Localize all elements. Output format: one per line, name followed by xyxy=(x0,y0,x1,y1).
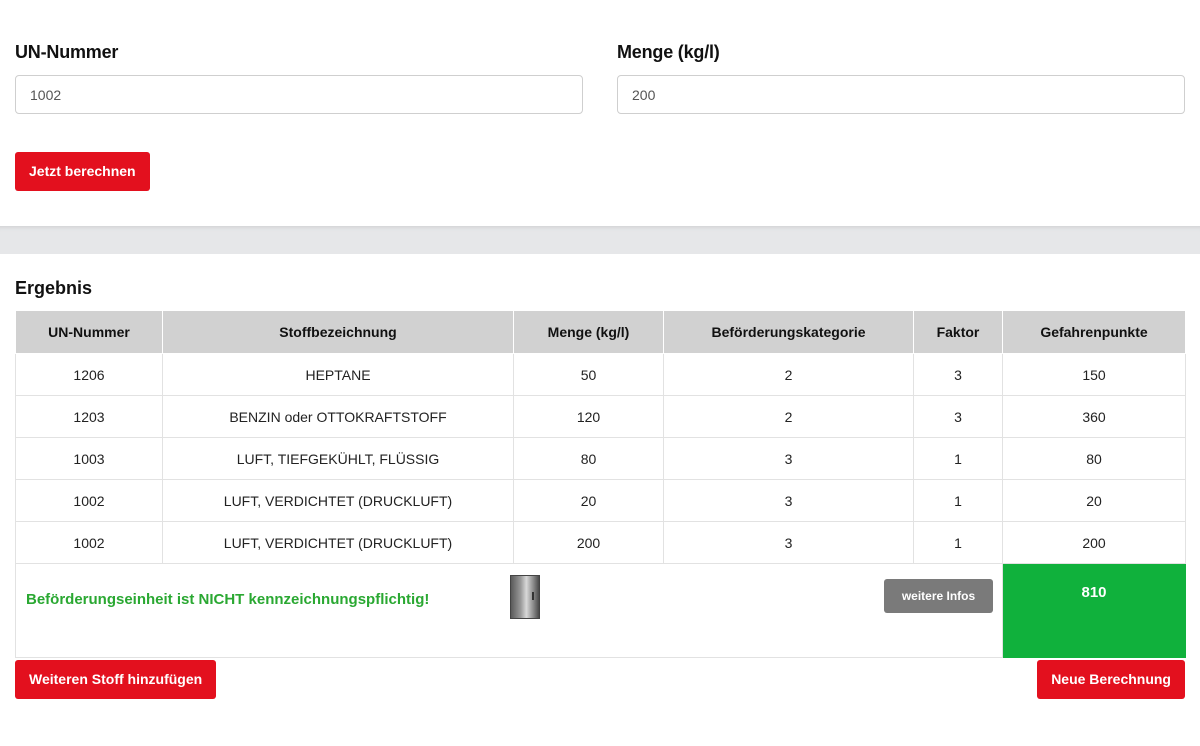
cell-transport-category: 2 xyxy=(663,353,914,396)
cell-hazard-points: 360 xyxy=(1002,395,1186,438)
cell-hazard-points: 200 xyxy=(1002,521,1186,564)
summary-cell: Beförderungseinheit ist NICHT kennzeichn… xyxy=(15,563,1003,658)
cell-hazard-points: 20 xyxy=(1002,479,1186,522)
un-number-label: UN-Nummer xyxy=(15,42,119,62)
quantity-input[interactable] xyxy=(617,75,1185,114)
new-calculation-button[interactable]: Neue Berechnung xyxy=(1037,660,1185,699)
section-divider xyxy=(0,226,1200,254)
cell-substance: LUFT, VERDICHTET (DRUCKLUFT) xyxy=(162,479,514,522)
cell-transport-category: 3 xyxy=(663,437,914,480)
table-row: 1203 BENZIN oder OTTOKRAFTSTOFF 120 2 3 … xyxy=(15,395,1186,438)
col-transport-category: Beförderungskategorie xyxy=(663,311,914,354)
add-substance-button[interactable]: Weiteren Stoff hinzufügen xyxy=(15,660,217,699)
cell-substance: HEPTANE xyxy=(162,353,514,396)
cell-quantity: 80 xyxy=(513,437,664,480)
cabinet-icon xyxy=(510,575,540,619)
col-hazard-points: Gefahrenpunkte xyxy=(1002,311,1186,354)
cell-quantity: 20 xyxy=(513,479,664,522)
cell-transport-category: 3 xyxy=(663,479,914,522)
cell-un-number: 1206 xyxy=(15,353,163,396)
cell-un-number: 1003 xyxy=(15,437,163,480)
summary-row: Beförderungseinheit ist NICHT kennzeichn… xyxy=(15,563,1186,658)
table-header-row: UN-Nummer Stoffbezeichnung Menge (kg/l) … xyxy=(15,311,1186,354)
table-row: 1206 HEPTANE 50 2 3 150 xyxy=(15,353,1186,396)
un-number-input[interactable] xyxy=(15,75,583,114)
col-un-number: UN-Nummer xyxy=(15,311,163,354)
total-hazard-points: 810 xyxy=(1002,563,1186,658)
cell-hazard-points: 80 xyxy=(1002,437,1186,480)
col-quantity: Menge (kg/l) xyxy=(513,311,664,354)
cell-transport-category: 3 xyxy=(663,521,914,564)
cell-transport-category: 2 xyxy=(663,395,914,438)
input-form: UN-Nummer Menge (kg/l) Jetzt berechnen xyxy=(0,0,1200,226)
table-row: 1002 LUFT, VERDICHTET (DRUCKLUFT) 200 3 … xyxy=(15,521,1186,564)
cell-quantity: 50 xyxy=(513,353,664,396)
cell-hazard-points: 150 xyxy=(1002,353,1186,396)
cell-quantity: 200 xyxy=(513,521,664,564)
table-row: 1003 LUFT, TIEFGEKÜHLT, FLÜSSIG 80 3 1 8… xyxy=(15,437,1186,480)
cell-factor: 3 xyxy=(913,395,1003,438)
cell-un-number: 1203 xyxy=(15,395,163,438)
results-table: UN-Nummer Stoffbezeichnung Menge (kg/l) … xyxy=(15,311,1186,658)
cell-factor: 1 xyxy=(913,437,1003,480)
quantity-label: Menge (kg/l) xyxy=(617,42,720,62)
cell-un-number: 1002 xyxy=(15,521,163,564)
cell-substance: LUFT, TIEFGEKÜHLT, FLÜSSIG xyxy=(162,437,514,480)
result-title: Ergebnis xyxy=(15,278,93,298)
cell-factor: 3 xyxy=(913,353,1003,396)
labeling-status-message: Beförderungseinheit ist NICHT kennzeichn… xyxy=(26,591,430,608)
cell-factor: 1 xyxy=(913,521,1003,564)
col-substance: Stoffbezeichnung xyxy=(162,311,514,354)
col-factor: Faktor xyxy=(913,311,1003,354)
cell-quantity: 120 xyxy=(513,395,664,438)
more-info-button[interactable]: weitere Infos xyxy=(884,579,993,613)
cell-un-number: 1002 xyxy=(15,479,163,522)
cell-substance: LUFT, VERDICHTET (DRUCKLUFT) xyxy=(162,521,514,564)
calculate-button[interactable]: Jetzt berechnen xyxy=(15,152,150,191)
table-row: 1002 LUFT, VERDICHTET (DRUCKLUFT) 20 3 1… xyxy=(15,479,1186,522)
cell-factor: 1 xyxy=(913,479,1003,522)
cell-substance: BENZIN oder OTTOKRAFTSTOFF xyxy=(162,395,514,438)
